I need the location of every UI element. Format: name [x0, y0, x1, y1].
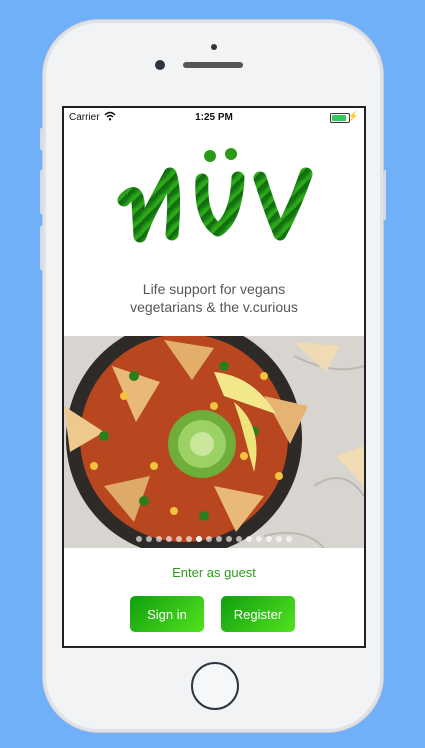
carousel-dot[interactable] — [246, 536, 252, 542]
carousel-dot[interactable] — [166, 536, 172, 542]
food-image-carousel[interactable] — [64, 336, 364, 548]
app-screen: Carrier 1:25 PM ⚡ Life support for vegan… — [64, 108, 364, 646]
mute-switch — [40, 128, 43, 150]
volume-up-button — [40, 170, 43, 214]
carousel-page-indicator[interactable] — [64, 536, 364, 542]
carousel-dot[interactable] — [266, 536, 272, 542]
carousel-dot[interactable] — [206, 536, 212, 542]
carousel-dot[interactable] — [186, 536, 192, 542]
carousel-dot[interactable] — [156, 536, 162, 542]
carousel-dot[interactable] — [196, 536, 202, 542]
home-button[interactable] — [191, 662, 239, 710]
battery-level — [332, 115, 346, 121]
power-button — [383, 170, 386, 220]
carousel-dot[interactable] — [236, 536, 242, 542]
carousel-dot[interactable] — [276, 536, 282, 542]
enter-as-guest-link[interactable]: Enter as guest — [64, 565, 364, 580]
carousel-dot[interactable] — [286, 536, 292, 542]
carousel-dot[interactable] — [136, 536, 142, 542]
proximity-sensor — [211, 44, 217, 50]
carousel-dot[interactable] — [176, 536, 182, 542]
register-button[interactable]: Register — [221, 596, 295, 632]
tagline-line-2: vegetarians & the v.curious — [130, 299, 298, 315]
earpiece-speaker — [183, 62, 243, 68]
status-time: 1:25 PM — [195, 112, 233, 123]
tagline: Life support for vegans vegetarians & th… — [64, 280, 364, 316]
volume-down-button — [40, 226, 43, 270]
tagline-line-1: Life support for vegans — [142, 281, 286, 297]
carousel-dot[interactable] — [226, 536, 232, 542]
carousel-dot[interactable] — [256, 536, 262, 542]
status-bar: Carrier 1:25 PM ⚡ — [64, 108, 364, 126]
charging-icon: ⚡ — [347, 111, 359, 121]
nuv-logo — [117, 148, 313, 243]
carousel-dot[interactable] — [216, 536, 222, 542]
carousel-dot[interactable] — [146, 536, 152, 542]
sign-in-button[interactable]: Sign in — [130, 596, 204, 632]
front-camera — [155, 60, 165, 70]
